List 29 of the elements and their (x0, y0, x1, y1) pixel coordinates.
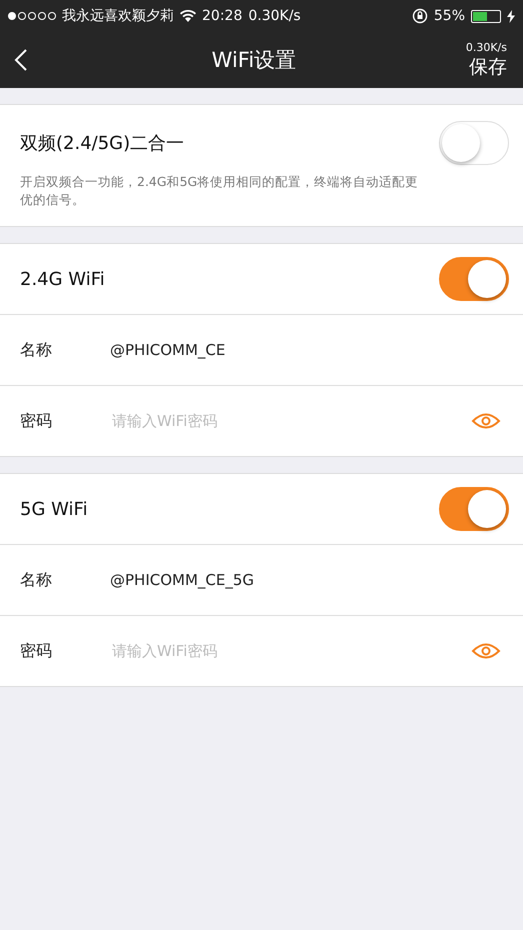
password-field[interactable]: 请输入WiFi密码 (110, 641, 463, 661)
field-label: 密码 (20, 640, 53, 662)
battery-percent: 55% (434, 8, 465, 24)
band-title: 2.4G WiFi (20, 268, 106, 290)
toggle-switch[interactable] (439, 487, 509, 531)
field-label: 名称 (20, 570, 53, 590)
battery-icon (471, 10, 501, 22)
setting-title: 双频(2.4/5G)二合一 (20, 132, 184, 155)
save-button[interactable]: 保存 (469, 54, 507, 80)
field-label: 名称 (20, 340, 53, 360)
wifi-name: @PHICOMM_CE (110, 341, 226, 359)
carrier-name: 我永远喜欢颖夕莉 (62, 7, 174, 25)
field-label: 密码 (20, 410, 53, 432)
wifi-icon (180, 10, 196, 22)
charging-icon (507, 10, 515, 22)
signal-icon (8, 12, 56, 20)
network-speed: 0.30K/s (248, 8, 301, 24)
toggle-switch[interactable] (439, 257, 509, 301)
rotation-lock-icon (412, 8, 428, 24)
eye-icon[interactable] (471, 642, 501, 660)
clock: 20:28 (202, 8, 242, 24)
back-icon[interactable] (14, 48, 28, 72)
password-field[interactable]: 请输入WiFi密码 (110, 411, 463, 431)
wifi-name: @PHICOMM_CE_5G (110, 571, 256, 589)
network-speed: 0.30K/s (466, 40, 507, 54)
eye-icon[interactable] (471, 412, 501, 430)
band-title: 5G WiFi (20, 498, 89, 520)
setting-description: 开启双频合一功能，2.4G和5G将使用相同的配置，终端将自动适配更优的信号。 (20, 173, 420, 208)
page-title: WiFi设置 (210, 47, 298, 74)
